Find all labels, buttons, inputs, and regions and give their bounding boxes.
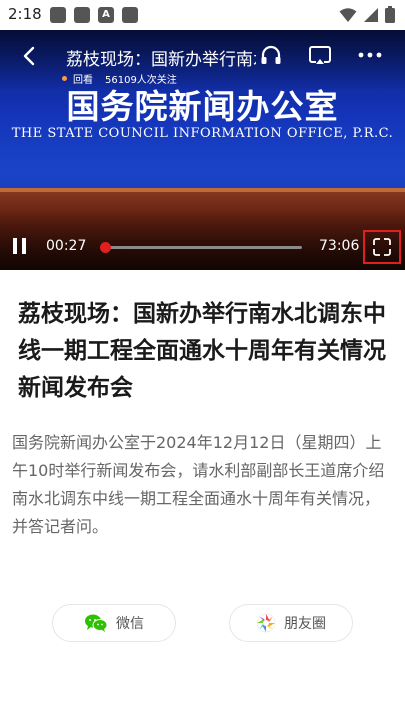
headphones-icon [261,45,281,64]
back-button[interactable] [16,42,44,70]
moments-icon [256,613,276,633]
video-podium-edge [0,188,405,192]
share-wechat-button[interactable]: 微信 [52,604,176,642]
notification-icon [122,7,138,23]
notification-icon [74,7,90,23]
progress-bar[interactable] [100,242,302,253]
share-moments-button[interactable]: 朋友圈 [229,604,353,642]
video-title: 荔枝现场：国新办举行南水北调东中线一期工程全面通水十周年有关情况新闻发布会 [66,50,256,70]
back-arrow-icon [23,46,35,66]
replay-label: 回看 [73,75,93,86]
article-summary: 国务院新闻办公室于2024年12月12日（星期四）上午10时举行新闻发布会，请水… [12,433,385,536]
more-icon [358,52,382,58]
total-duration: 73:06 [319,238,360,254]
share-moments-label: 朋友圈 [284,616,326,632]
video-stats: 回看 56109人次关注 [62,71,177,86]
pause-button[interactable] [10,236,30,256]
replay-dot-icon [62,76,67,81]
pause-icon [13,238,26,254]
fullscreen-icon [373,238,391,256]
wifi-icon [339,7,357,22]
signal-icon [364,7,378,22]
wechat-icon [85,614,108,632]
status-time: 2:18 [8,5,42,23]
share-wechat-label: 微信 [116,616,144,632]
cast-icon [309,46,331,64]
audio-mode-button[interactable] [258,42,284,68]
battery-icon [385,6,395,23]
video-player[interactable]: 国务院新闻办公室 THE STATE COUNCIL INFORMATION O… [0,30,405,270]
more-options-button[interactable] [356,42,384,68]
notification-app-icon: A [98,7,114,23]
current-time: 00:27 [46,238,87,254]
video-backdrop-subtitle: THE STATE COUNCIL INFORMATION OFFICE, P.… [11,126,394,141]
status-bar: 2:18 A [0,0,405,30]
cast-button[interactable] [307,42,333,68]
follower-count: 56109人次关注 [105,75,177,86]
status-indicators [339,6,395,23]
article-headline: 荔枝现场：国新办举行南水北调东中线一期工程全面通水十周年有关情况新闻发布会 [18,301,386,401]
fullscreen-button[interactable] [363,230,401,264]
notification-icon [50,7,66,23]
